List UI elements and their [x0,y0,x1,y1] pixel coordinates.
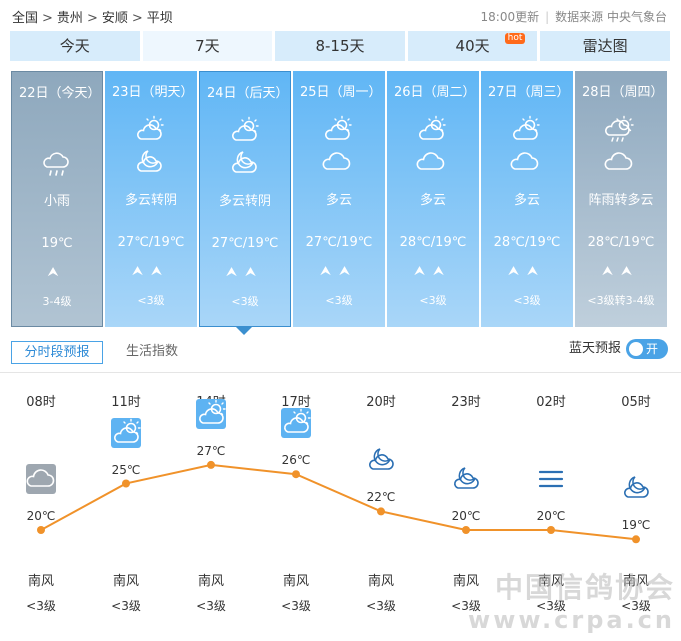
temperature-point [632,535,640,544]
partly-cloudy-day-icon [111,417,141,448]
hour-time: 02时 [536,395,566,410]
hour-wind-level: <3级 [196,599,226,613]
temperature-curve [37,460,640,544]
temperature-point [207,460,215,469]
temperature-point [292,470,300,479]
temperature-point [547,526,555,534]
hour-temperature: 27℃ [196,443,226,458]
hour-time: 17时 [281,395,311,410]
hour-wind-direction: 南风 [367,574,394,589]
hour-wind-level: <3级 [366,599,396,613]
hour-wind-level: <3级 [111,599,141,613]
hour-time: 23时 [451,395,481,410]
hour-temperature: 20℃ [536,509,566,523]
watermark: 中国信鸽协会 www.crpa.cn [468,571,675,634]
hour-temperature: 26℃ [281,453,311,468]
moon-cloud-icon [451,464,481,494]
hour-wind-direction: 南风 [27,574,54,589]
temperature-point [377,507,385,516]
moon-cloud-icon [366,445,396,475]
hour-wind-direction: 南风 [282,574,309,589]
haze-icon [536,464,566,494]
hour-temperature: 19℃ [621,518,651,533]
hour-temperature: 20℃ [451,509,481,523]
hour-time: 11时 [111,395,141,410]
temperature-point [462,526,470,534]
hour-wind-direction: 南风 [197,574,224,589]
partly-cloudy-day-icon [196,398,226,429]
moon-cloud-icon [621,473,651,503]
hour-temperature: 20℃ [26,509,56,523]
hour-time: 08时 [26,395,56,410]
hour-time: 05时 [621,395,651,410]
hour-time: 20时 [366,395,396,410]
temperature-point [37,526,45,534]
hour-wind-direction: 南风 [112,574,139,589]
partly-cloudy-day-icon [281,408,311,439]
hour-wind-level: <3级 [26,599,56,613]
hour-wind-level: <3级 [281,599,311,613]
hour-temperature: 22℃ [366,490,396,505]
hour-temperature: 25℃ [111,462,141,477]
temperature-point [122,479,130,488]
cloudy-icon [26,464,56,494]
